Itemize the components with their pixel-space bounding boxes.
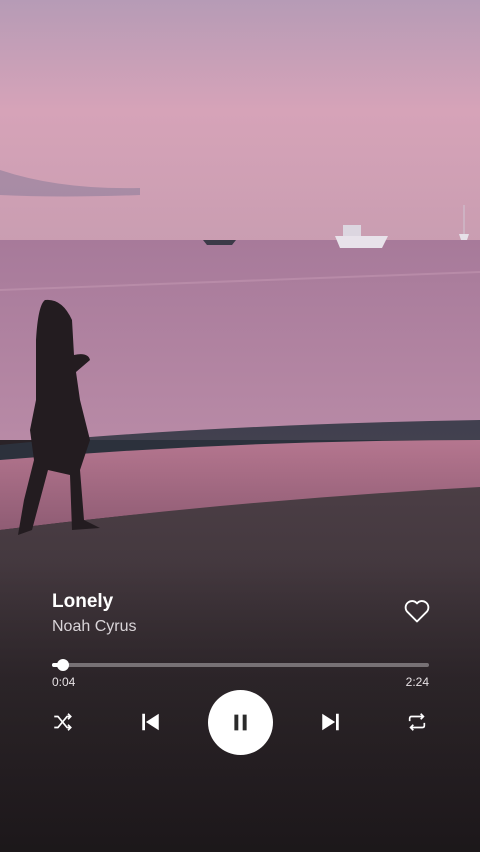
next-icon[interactable] — [319, 711, 342, 733]
shuffle-icon[interactable] — [51, 711, 74, 733]
pause-button[interactable] — [208, 690, 273, 755]
progress-bar[interactable] — [52, 659, 429, 671]
pause-icon — [234, 714, 247, 731]
track-artist[interactable]: Noah Cyrus — [52, 618, 136, 636]
repeat-icon[interactable] — [405, 711, 429, 733]
previous-icon[interactable] — [139, 711, 162, 733]
total-time: 2:24 — [405, 675, 429, 689]
elapsed-time: 0:04 — [52, 675, 76, 689]
heart-icon[interactable] — [403, 598, 431, 624]
track-title: Lonely — [52, 591, 114, 612]
